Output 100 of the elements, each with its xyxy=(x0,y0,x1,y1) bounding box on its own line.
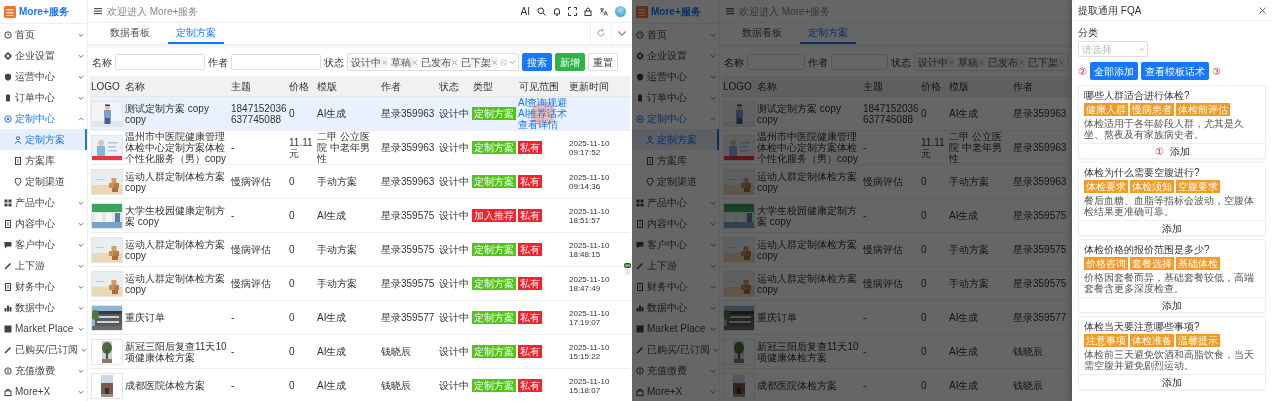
table-row[interactable]: 成都医院体检方案 - 0 AI生成 钱晓辰 xyxy=(722,369,1070,401)
sidebar-item[interactable]: Market Place xyxy=(0,318,87,339)
chevron-down-icon[interactable] xyxy=(78,199,84,206)
sidebar-item[interactable]: 方案库 xyxy=(632,150,719,171)
tab[interactable]: 定制方案 xyxy=(168,23,224,44)
sidebar-item[interactable]: 财务中心 xyxy=(0,276,87,297)
tab[interactable]: 定制方案 xyxy=(800,23,856,44)
chevron-down-icon[interactable] xyxy=(710,262,716,269)
sidebar-item[interactable]: 企业设置 xyxy=(0,45,87,66)
chevron-down-icon[interactable] xyxy=(78,73,84,80)
table-row[interactable]: 重庆订单 - 0 AI生成 星录359577 xyxy=(722,301,1070,335)
table-row[interactable]: 重庆订单 - 0 AI生成 星录359577 设计中 定制方案 私有 2025-11-10 17:19:07 xyxy=(90,301,630,335)
sidebar-item[interactable]: 定制渠道 xyxy=(632,171,719,192)
sidebar-item[interactable]: 已购买/已订阅 xyxy=(0,339,87,360)
sidebar-item[interactable]: 上下游 xyxy=(0,255,87,276)
sidebar-item[interactable]: More+X xyxy=(0,381,87,401)
view-template-button[interactable]: 查看模板话术 xyxy=(1141,62,1209,80)
translate-icon[interactable] xyxy=(599,6,608,16)
add-button[interactable]: 新增 xyxy=(555,53,585,71)
chevron-down-icon[interactable] xyxy=(710,220,716,227)
sidebar-item[interactable]: 定制中心 xyxy=(632,108,719,129)
sidebar-item[interactable]: 数据中心 xyxy=(0,297,87,318)
chevron-down-icon[interactable] xyxy=(78,283,84,290)
chevron-down-icon[interactable] xyxy=(712,346,719,353)
category-select[interactable]: 请选择 xyxy=(1078,41,1148,57)
chevron-down-icon[interactable] xyxy=(1139,46,1145,52)
text-field[interactable] xyxy=(115,54,205,70)
avatar[interactable] xyxy=(615,5,626,17)
sidebar-item[interactable]: 首页 xyxy=(632,24,719,45)
sidebar-item[interactable]: 产品中心 xyxy=(0,192,87,213)
sidebar-item[interactable]: 内容中心 xyxy=(0,213,87,234)
sidebar-item[interactable]: 客户中心 xyxy=(0,234,87,255)
chevron-down-icon[interactable] xyxy=(509,59,516,65)
chevron-down-icon[interactable] xyxy=(710,73,716,80)
chevron-down-icon[interactable] xyxy=(710,283,716,290)
chevron-down-icon[interactable] xyxy=(710,199,716,206)
chevron-down-icon[interactable] xyxy=(710,367,716,374)
chevron-down-icon[interactable] xyxy=(78,367,84,374)
chevron-down-icon[interactable] xyxy=(78,325,84,332)
sidebar-item[interactable]: 企业设置 xyxy=(632,45,719,66)
chevron-down-icon[interactable] xyxy=(78,31,84,38)
chevron-down-icon[interactable] xyxy=(78,220,84,227)
sidebar-item[interactable]: More+X xyxy=(632,381,719,401)
chevron-down-icon[interactable] xyxy=(710,388,716,395)
fullscreen-icon[interactable] xyxy=(568,6,577,16)
action-link[interactable]: 查看详情 xyxy=(518,119,558,130)
sidebar-item[interactable]: 运营中心 xyxy=(632,66,719,87)
sidebar-item[interactable]: 财务中心 xyxy=(632,276,719,297)
chevron-down-icon[interactable] xyxy=(78,94,84,101)
chevron-down-icon[interactable] xyxy=(78,388,84,395)
chevron-up-icon[interactable] xyxy=(710,115,716,122)
sidebar-item[interactable]: 订单中心 xyxy=(0,87,87,108)
sidebar-item[interactable]: 定制中心 xyxy=(0,108,87,129)
chevron-up-icon[interactable] xyxy=(78,115,84,122)
sidebar-item[interactable]: 充值缴费 xyxy=(0,360,87,381)
tab[interactable]: 数据看板 xyxy=(102,23,158,44)
chevron-down-icon[interactable] xyxy=(710,31,716,38)
sidebar-item[interactable]: 订单中心 xyxy=(632,87,719,108)
sidebar-item[interactable]: 产品中心 xyxy=(632,192,719,213)
table-row[interactable]: 成都医院体检方案 - 0 AI生成 钱晓辰 设计中 定制方案 私有 2025-11-10 15:18:07 xyxy=(90,369,630,401)
search-button[interactable]: 搜索 xyxy=(522,53,552,71)
chevron-down-icon[interactable] xyxy=(710,241,716,248)
sidebar-item[interactable]: 定制方案 xyxy=(632,129,719,150)
bell-icon[interactable] xyxy=(553,6,561,16)
clear-icon[interactable] xyxy=(500,58,507,66)
add-all-button[interactable]: 全部添加 xyxy=(1090,62,1138,80)
close-icon[interactable] xyxy=(1259,6,1266,14)
sidebar-item[interactable]: 充值缴费 xyxy=(632,360,719,381)
action-link[interactable]: AI查询规避 xyxy=(518,97,568,108)
sidebar-item[interactable]: 首页 xyxy=(0,24,87,45)
add-link[interactable]: 添加 xyxy=(1162,222,1182,234)
ai-button[interactable]: AI xyxy=(520,5,530,17)
sidebar-item[interactable]: 定制方案 xyxy=(0,129,87,150)
sidebar-item[interactable]: 数据中心 xyxy=(632,297,719,318)
add-link[interactable]: 添加 xyxy=(1169,145,1190,157)
menu-icon[interactable] xyxy=(94,7,102,15)
status-select[interactable]: 设计中 草稿 已发布 已下架 xyxy=(347,53,519,71)
action-link[interactable]: AI推荐话术 xyxy=(518,108,568,119)
chevron-down-icon[interactable] xyxy=(78,241,84,248)
sidebar-item[interactable]: Market Place xyxy=(632,318,719,339)
sidebar-item[interactable]: 已购买/已订阅 xyxy=(632,339,719,360)
sidebar-item[interactable]: 运营中心 xyxy=(0,66,87,87)
chevron-down-icon[interactable] xyxy=(78,262,84,269)
search-icon[interactable] xyxy=(537,6,546,16)
chevron-down-icon[interactable] xyxy=(710,325,716,332)
sidebar-item[interactable]: 定制渠道 xyxy=(0,171,87,192)
sidebar-item[interactable]: 客户中心 xyxy=(632,234,719,255)
chevron-down-icon[interactable] xyxy=(80,346,87,353)
chevron-down-icon[interactable] xyxy=(710,94,716,101)
add-link[interactable]: 添加 xyxy=(1162,376,1182,388)
chevron-down-icon[interactable] xyxy=(710,52,716,59)
robot-icon[interactable] xyxy=(623,262,632,276)
sidebar-item[interactable]: 内容中心 xyxy=(632,213,719,234)
chevron-down-icon[interactable] xyxy=(710,304,716,311)
text-field[interactable] xyxy=(231,54,321,70)
sidebar-item[interactable]: 方案库 xyxy=(0,150,87,171)
chevron-down-icon[interactable] xyxy=(78,304,84,311)
add-link[interactable]: 添加 xyxy=(1162,299,1182,311)
chevron-down-icon[interactable] xyxy=(78,52,84,59)
lock-icon[interactable] xyxy=(584,6,592,16)
